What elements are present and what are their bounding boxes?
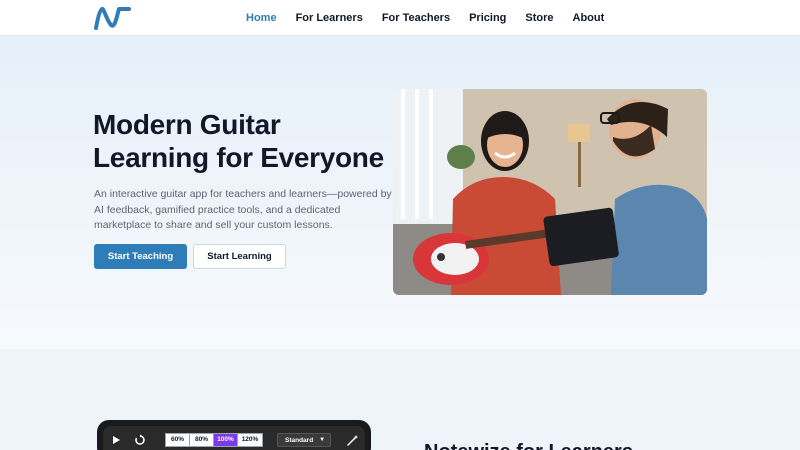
top-navbar: Home For Learners For Teachers Pricing S… — [0, 0, 800, 36]
nav-store-link[interactable]: Store — [525, 12, 553, 24]
hero-photo — [393, 89, 707, 295]
start-learning-button[interactable]: Start Learning — [193, 244, 286, 269]
nav-for-learners-link[interactable]: For Learners — [296, 12, 363, 24]
start-teaching-button[interactable]: Start Teaching — [94, 244, 187, 269]
speed-option-80[interactable]: 80% — [190, 434, 214, 446]
hero-description: An interactive guitar app for teachers a… — [94, 188, 392, 231]
speed-selector: 60% 80% 100% 120% — [165, 433, 263, 447]
main-menu: Home For Learners For Teachers Pricing S… — [246, 0, 623, 36]
logo-icon[interactable] — [93, 5, 131, 31]
nav-for-teachers-link[interactable]: For Teachers — [382, 12, 450, 24]
nav-pricing-link[interactable]: Pricing — [469, 12, 506, 24]
play-icon[interactable] — [111, 435, 121, 445]
mode-dropdown-value: Standard — [285, 436, 314, 444]
mode-dropdown[interactable]: Standard ▼ — [277, 433, 331, 447]
speed-option-60[interactable]: 60% — [166, 434, 190, 446]
hero-title: Modern Guitar Learning for Everyone — [93, 109, 384, 173]
chevron-down-icon: ▼ — [319, 437, 326, 443]
nav-about-link[interactable]: About — [573, 12, 605, 24]
speed-option-120[interactable]: 120% — [238, 434, 262, 446]
nav-home-link[interactable]: Home — [246, 12, 277, 24]
magic-wand-icon[interactable] — [347, 434, 359, 446]
restart-icon[interactable] — [134, 434, 146, 446]
speed-option-100[interactable]: 100% — [214, 434, 238, 446]
learners-section-title: Notewize for Learners — [424, 440, 633, 450]
